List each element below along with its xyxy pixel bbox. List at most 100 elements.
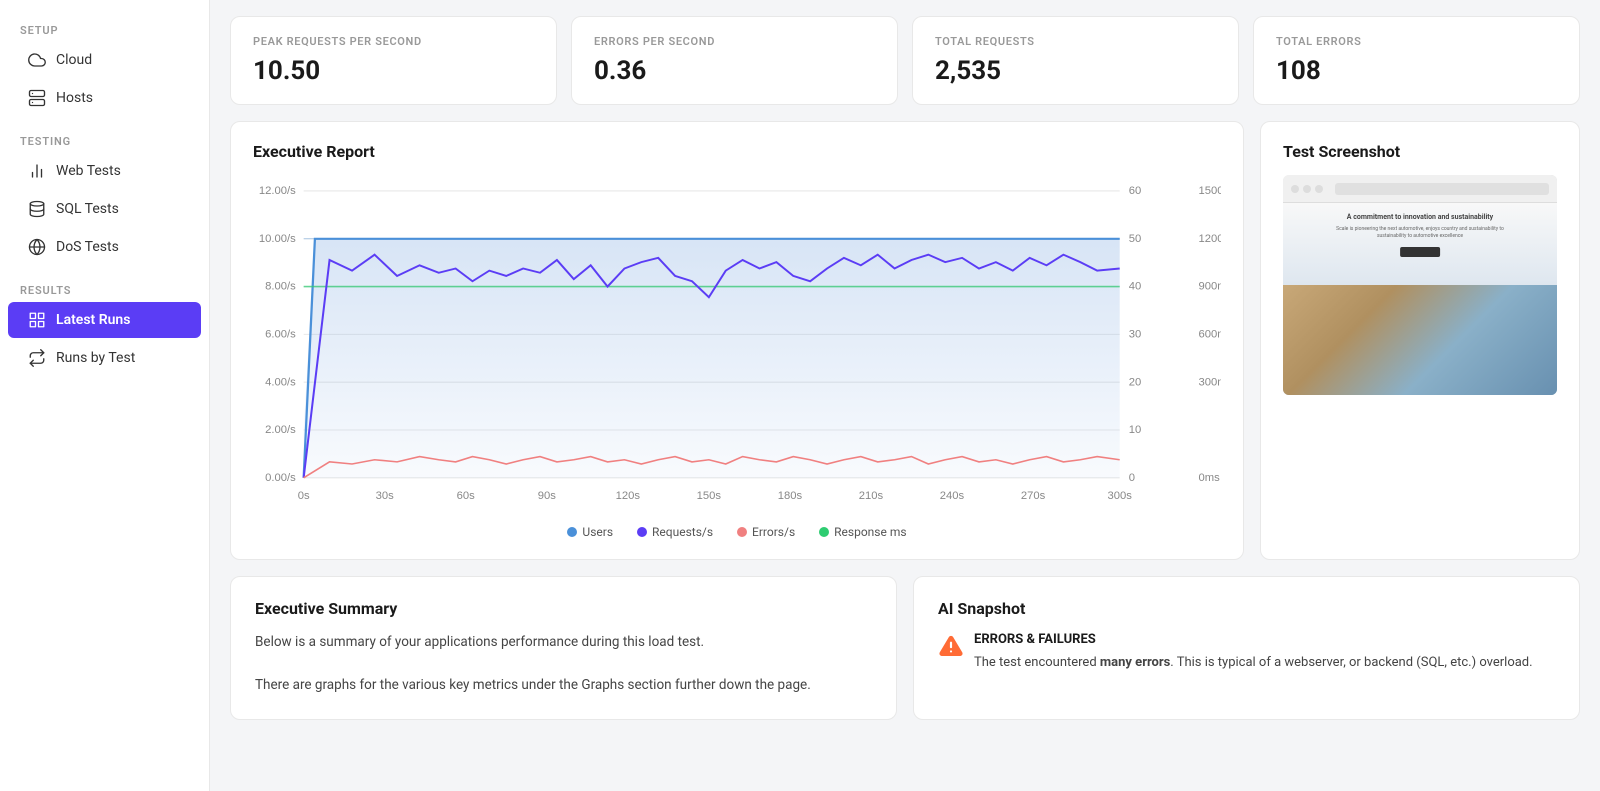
sidebar-item-hosts[interactable]: Hosts bbox=[8, 80, 201, 116]
svg-text:40: 40 bbox=[1129, 281, 1142, 293]
database-icon bbox=[28, 200, 46, 218]
sidebar-item-hosts-label: Hosts bbox=[56, 90, 93, 106]
sidebar-item-runs-by-test-label: Runs by Test bbox=[56, 350, 135, 366]
main-content: PEAK REQUESTS PER SECOND 10.50 ERRORS PE… bbox=[210, 0, 1600, 791]
svg-text:270s: 270s bbox=[1021, 490, 1046, 502]
stat-label-errors-per-second: ERRORS PER SECOND bbox=[594, 35, 875, 48]
legend-response-label: Response ms bbox=[834, 525, 906, 539]
legend-users-label: Users bbox=[582, 525, 613, 539]
svg-text:8.00/s: 8.00/s bbox=[265, 281, 296, 293]
svg-text:0s: 0s bbox=[298, 490, 310, 502]
server-icon bbox=[28, 89, 46, 107]
screenshot-preview: A commitment to innovation and sustainab… bbox=[1283, 175, 1557, 395]
svg-text:2.00/s: 2.00/s bbox=[265, 424, 296, 436]
legend-errors: Errors/s bbox=[737, 525, 795, 539]
stat-value-errors-per-second: 0.36 bbox=[594, 56, 875, 86]
stat-card-errors-per-second: ERRORS PER SECOND 0.36 bbox=[571, 16, 898, 105]
stat-value-peak-rps: 10.50 bbox=[253, 56, 534, 86]
legend-requests: Requests/s bbox=[637, 525, 713, 539]
results-section-label: RESULTS bbox=[0, 276, 209, 301]
sidebar-item-cloud-label: Cloud bbox=[56, 52, 92, 68]
screenshot-card: Test Screenshot A commitment to innovati… bbox=[1260, 121, 1580, 560]
testing-section-label: TESTING bbox=[0, 127, 209, 152]
browser-dot-2 bbox=[1303, 185, 1311, 193]
screenshot-button bbox=[1400, 247, 1440, 257]
svg-text:1500ms: 1500ms bbox=[1198, 185, 1221, 197]
browser-bar bbox=[1283, 175, 1557, 203]
sidebar-item-dos-tests[interactable]: DoS Tests bbox=[8, 229, 201, 265]
bar-chart-icon bbox=[28, 162, 46, 180]
screenshot-content: A commitment to innovation and sustainab… bbox=[1283, 203, 1557, 395]
sidebar-item-web-tests-label: Web Tests bbox=[56, 163, 121, 179]
exec-summary-title: Executive Summary bbox=[255, 599, 872, 618]
exec-report-title: Executive Report bbox=[253, 142, 1221, 161]
svg-text:30: 30 bbox=[1129, 329, 1142, 341]
svg-text:60s: 60s bbox=[457, 490, 476, 502]
error-section: ERRORS & FAILURES The test encountered m… bbox=[938, 632, 1555, 674]
chart-legend: Users Requests/s Errors/s Response ms bbox=[253, 525, 1221, 539]
svg-text:180s: 180s bbox=[778, 490, 803, 502]
repeat-icon bbox=[28, 349, 46, 367]
legend-errors-label: Errors/s bbox=[752, 525, 795, 539]
error-content: ERRORS & FAILURES The test encountered m… bbox=[974, 632, 1533, 674]
sidebar-item-web-tests[interactable]: Web Tests bbox=[8, 153, 201, 189]
svg-text:10.00/s: 10.00/s bbox=[259, 233, 296, 245]
svg-text:6.00/s: 6.00/s bbox=[265, 329, 296, 341]
sidebar-item-dos-tests-label: DoS Tests bbox=[56, 239, 119, 255]
stat-label-total-requests: TOTAL REQUESTS bbox=[935, 35, 1216, 48]
screenshot-image bbox=[1283, 285, 1557, 395]
grid-icon bbox=[28, 311, 46, 329]
setup-section-label: SETUP bbox=[0, 16, 209, 41]
svg-text:50: 50 bbox=[1129, 233, 1142, 245]
sidebar: SETUP Cloud Hosts TESTING bbox=[0, 0, 210, 791]
stat-value-total-requests: 2,535 bbox=[935, 56, 1216, 86]
ai-snapshot-card: AI Snapshot ERRORS & FAILURES The test e… bbox=[913, 576, 1580, 720]
stat-value-total-errors: 108 bbox=[1276, 56, 1557, 86]
legend-response-dot bbox=[819, 527, 829, 537]
svg-text:300s: 300s bbox=[1108, 490, 1133, 502]
legend-errors-dot bbox=[737, 527, 747, 537]
legend-users: Users bbox=[567, 525, 613, 539]
cloud-icon bbox=[28, 51, 46, 69]
sidebar-item-runs-by-test[interactable]: Runs by Test bbox=[8, 340, 201, 376]
svg-text:10: 10 bbox=[1129, 424, 1142, 436]
svg-text:90s: 90s bbox=[538, 490, 557, 502]
svg-text:150s: 150s bbox=[697, 490, 722, 502]
svg-text:30s: 30s bbox=[376, 490, 395, 502]
screenshot-title: Test Screenshot bbox=[1283, 142, 1557, 161]
svg-text:12.00/s: 12.00/s bbox=[259, 185, 296, 197]
legend-requests-dot bbox=[637, 527, 647, 537]
svg-text:0: 0 bbox=[1129, 472, 1135, 484]
svg-text:120s: 120s bbox=[616, 490, 641, 502]
bottom-row: Executive Summary Below is a summary of … bbox=[230, 576, 1580, 720]
svg-text:600ms: 600ms bbox=[1198, 329, 1221, 341]
svg-text:60: 60 bbox=[1129, 185, 1142, 197]
browser-dot-3 bbox=[1315, 185, 1323, 193]
middle-row: Executive Report .grid-line { stroke: #e… bbox=[230, 121, 1580, 560]
svg-text:20: 20 bbox=[1129, 377, 1142, 389]
stat-card-total-errors: TOTAL ERRORS 108 bbox=[1253, 16, 1580, 105]
sidebar-item-latest-runs-label: Latest Runs bbox=[56, 312, 130, 328]
svg-text:0.00/s: 0.00/s bbox=[265, 472, 296, 484]
legend-users-dot bbox=[567, 527, 577, 537]
stat-label-total-errors: TOTAL ERRORS bbox=[1276, 35, 1557, 48]
error-text: The test encountered many errors. This i… bbox=[974, 653, 1533, 674]
ai-snapshot-title: AI Snapshot bbox=[938, 599, 1555, 618]
svg-text:900ms: 900ms bbox=[1198, 281, 1221, 293]
sidebar-item-cloud[interactable]: Cloud bbox=[8, 42, 201, 78]
svg-text:1200ms: 1200ms bbox=[1198, 233, 1221, 245]
sidebar-item-latest-runs[interactable]: Latest Runs bbox=[8, 302, 201, 338]
stat-card-total-requests: TOTAL REQUESTS 2,535 bbox=[912, 16, 1239, 105]
exec-report-card: Executive Report .grid-line { stroke: #e… bbox=[230, 121, 1244, 560]
browser-dot-1 bbox=[1291, 185, 1299, 193]
stats-row: PEAK REQUESTS PER SECOND 10.50 ERRORS PE… bbox=[230, 16, 1580, 105]
globe-icon bbox=[28, 238, 46, 256]
stat-label-peak-rps: PEAK REQUESTS PER SECOND bbox=[253, 35, 534, 48]
sidebar-item-sql-tests[interactable]: SQL Tests bbox=[8, 191, 201, 227]
stat-card-peak-rps: PEAK REQUESTS PER SECOND 10.50 bbox=[230, 16, 557, 105]
exec-report-chart: .grid-line { stroke: #e8e8e8; stroke-wid… bbox=[253, 175, 1221, 515]
svg-text:240s: 240s bbox=[940, 490, 965, 502]
exec-summary-text: Below is a summary of your applications … bbox=[255, 632, 872, 697]
svg-text:300ms: 300ms bbox=[1198, 377, 1221, 389]
exec-summary-card: Executive Summary Below is a summary of … bbox=[230, 576, 897, 720]
